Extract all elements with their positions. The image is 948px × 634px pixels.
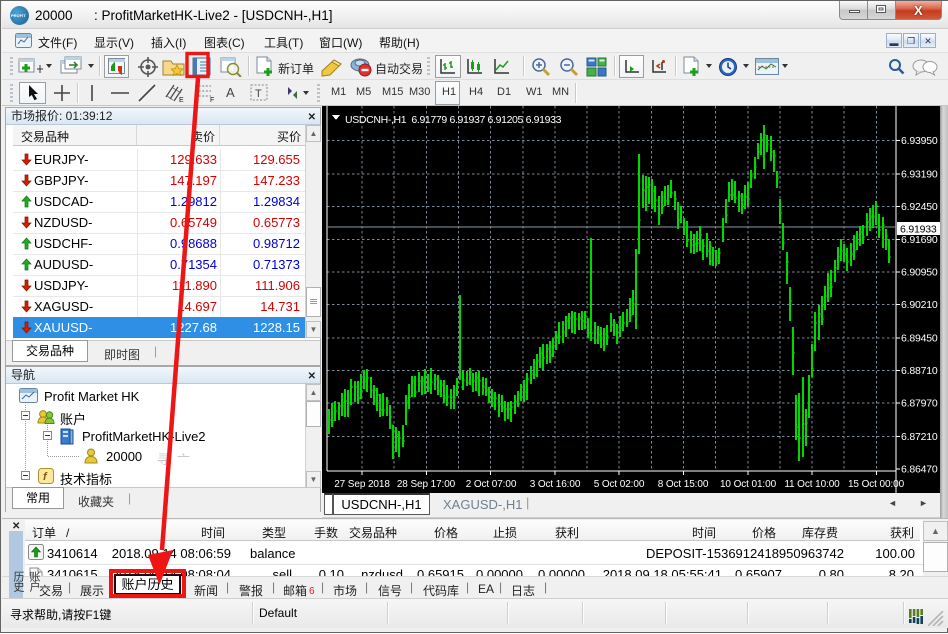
svg-text:27 Sep 2018: 27 Sep 2018 [334, 479, 390, 490]
svg-text:2 Oct 07:00: 2 Oct 07:00 [466, 479, 517, 490]
svg-text:6.90210: 6.90210 [901, 299, 938, 311]
svg-text:T: T [255, 88, 262, 100]
svg-text:5 Oct 02:00: 5 Oct 02:00 [594, 479, 645, 490]
svg-text:6.91933: 6.91933 [900, 224, 937, 236]
svg-text:6.87210: 6.87210 [901, 431, 938, 443]
svg-text:6.92450: 6.92450 [901, 201, 938, 213]
svg-text:6.87970: 6.87970 [901, 398, 938, 410]
svg-text:28 Sep 17:00: 28 Sep 17:00 [397, 479, 456, 490]
svg-text:F: F [210, 97, 214, 103]
svg-text:6.89450: 6.89450 [901, 333, 938, 345]
svg-text:E: E [179, 97, 184, 103]
svg-text:6.93190: 6.93190 [901, 168, 938, 180]
svg-text:6.88710: 6.88710 [901, 365, 938, 377]
svg-text:6.91690: 6.91690 [901, 234, 938, 246]
svg-text:10 Oct 01:00: 10 Oct 01:00 [720, 479, 777, 490]
svg-text:6.93950: 6.93950 [901, 135, 938, 147]
svg-text:USDCNH-,H1 6.91779 6.91937 6.: USDCNH-,H1 6.91779 6.91937 6.91205 6.919… [345, 114, 562, 126]
svg-text:15 Oct 00:00: 15 Oct 00:00 [848, 479, 905, 490]
svg-text:8 Oct 15:00: 8 Oct 15:00 [658, 479, 709, 490]
svg-text:6.86470: 6.86470 [901, 464, 938, 476]
svg-text:11 Oct 10:00: 11 Oct 10:00 [784, 479, 840, 490]
svg-text:6.90950: 6.90950 [901, 267, 938, 279]
svg-text:3 Oct 16:00: 3 Oct 16:00 [530, 479, 581, 490]
